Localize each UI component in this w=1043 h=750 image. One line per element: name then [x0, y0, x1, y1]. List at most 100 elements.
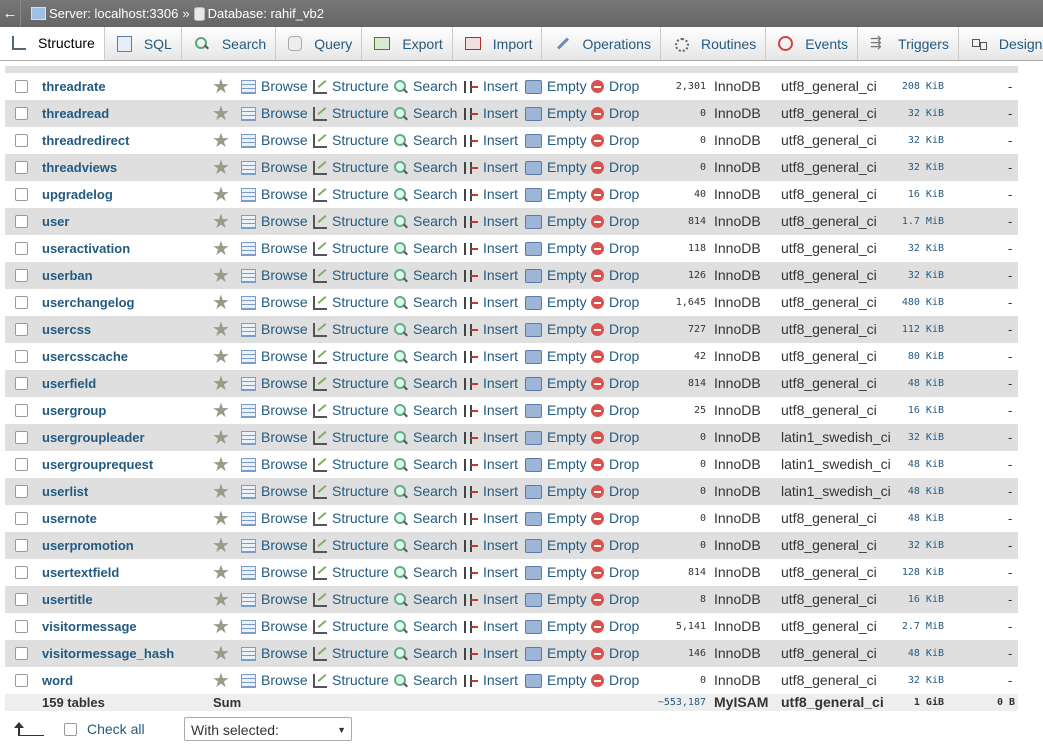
- row-checkbox[interactable]: [15, 377, 28, 390]
- structure-action[interactable]: Structure: [313, 370, 389, 397]
- favorite-star-icon[interactable]: ★: [212, 320, 230, 340]
- table-size[interactable]: 48 KiB: [871, 370, 944, 397]
- empty-action[interactable]: Empty: [525, 505, 587, 532]
- row-checkbox[interactable]: [15, 269, 28, 282]
- search-action[interactable]: Search: [394, 127, 457, 154]
- search-action[interactable]: Search: [394, 289, 457, 316]
- structure-action[interactable]: Structure: [313, 397, 389, 424]
- search-action[interactable]: Search: [394, 478, 457, 505]
- table-size[interactable]: 480 KiB: [871, 289, 944, 316]
- drop-action[interactable]: Drop: [591, 586, 639, 613]
- favorite-star-icon[interactable]: ★: [212, 185, 230, 205]
- row-checkbox[interactable]: [15, 107, 28, 120]
- drop-action[interactable]: Drop: [591, 235, 639, 262]
- empty-action[interactable]: Empty: [525, 559, 587, 586]
- drop-action[interactable]: Drop: [591, 316, 639, 343]
- insert-action[interactable]: Insert: [464, 235, 518, 262]
- empty-action[interactable]: Empty: [525, 424, 587, 451]
- table-name-link[interactable]: threadread: [42, 100, 109, 127]
- structure-action[interactable]: Structure: [313, 262, 389, 289]
- structure-action[interactable]: Structure: [313, 100, 389, 127]
- drop-action[interactable]: Drop: [591, 100, 639, 127]
- structure-action[interactable]: Structure: [313, 667, 389, 694]
- tab-operations[interactable]: Operations: [542, 27, 661, 60]
- table-name-link[interactable]: usercss: [42, 316, 91, 343]
- table-size[interactable]: 16 KiB: [871, 586, 944, 613]
- search-action[interactable]: Search: [394, 235, 457, 262]
- browse-action[interactable]: Browse: [241, 343, 308, 370]
- tab-import[interactable]: Import: [453, 27, 543, 60]
- search-action[interactable]: Search: [394, 505, 457, 532]
- with-selected-dropdown[interactable]: With selected: ▼: [184, 717, 352, 741]
- table-size[interactable]: 80 KiB: [871, 343, 944, 370]
- drop-action[interactable]: Drop: [591, 343, 639, 370]
- favorite-star-icon[interactable]: ★: [212, 482, 230, 502]
- insert-action[interactable]: Insert: [464, 451, 518, 478]
- row-checkbox[interactable]: [15, 512, 28, 525]
- empty-action[interactable]: Empty: [525, 181, 587, 208]
- insert-action[interactable]: Insert: [464, 73, 518, 100]
- table-size[interactable]: 48 KiB: [871, 640, 944, 667]
- structure-action[interactable]: Structure: [313, 559, 389, 586]
- row-checkbox[interactable]: [15, 242, 28, 255]
- structure-action[interactable]: Structure: [313, 154, 389, 181]
- browse-action[interactable]: Browse: [241, 154, 308, 181]
- table-name-link[interactable]: usertitle: [42, 586, 93, 613]
- insert-action[interactable]: Insert: [464, 370, 518, 397]
- search-action[interactable]: Search: [394, 640, 457, 667]
- browse-action[interactable]: Browse: [241, 667, 308, 694]
- table-size[interactable]: 16 KiB: [871, 181, 944, 208]
- drop-action[interactable]: Drop: [591, 451, 639, 478]
- favorite-star-icon[interactable]: ★: [212, 77, 230, 97]
- search-action[interactable]: Search: [394, 559, 457, 586]
- search-action[interactable]: Search: [394, 208, 457, 235]
- row-checkbox[interactable]: [15, 134, 28, 147]
- empty-action[interactable]: Empty: [525, 100, 587, 127]
- table-name-link[interactable]: upgradelog: [42, 181, 113, 208]
- empty-action[interactable]: Empty: [525, 73, 587, 100]
- empty-action[interactable]: Empty: [525, 208, 587, 235]
- favorite-star-icon[interactable]: ★: [212, 428, 230, 448]
- favorite-star-icon[interactable]: ★: [212, 374, 230, 394]
- table-name-link[interactable]: threadviews: [42, 154, 117, 181]
- drop-action[interactable]: Drop: [591, 559, 639, 586]
- row-checkbox[interactable]: [15, 485, 28, 498]
- favorite-star-icon[interactable]: ★: [212, 347, 230, 367]
- tab-routines[interactable]: Routines: [661, 27, 767, 60]
- browse-action[interactable]: Browse: [241, 316, 308, 343]
- table-size[interactable]: 32 KiB: [871, 235, 944, 262]
- table-size[interactable]: 32 KiB: [871, 154, 944, 181]
- empty-action[interactable]: Empty: [525, 586, 587, 613]
- insert-action[interactable]: Insert: [464, 397, 518, 424]
- tab-structure[interactable]: Structure: [0, 27, 105, 60]
- table-name-link[interactable]: usercsscache: [42, 343, 128, 370]
- insert-action[interactable]: Insert: [464, 181, 518, 208]
- insert-action[interactable]: Insert: [464, 478, 518, 505]
- table-name-link[interactable]: useractivation: [42, 235, 130, 262]
- structure-action[interactable]: Structure: [313, 181, 389, 208]
- search-action[interactable]: Search: [394, 370, 457, 397]
- drop-action[interactable]: Drop: [591, 289, 639, 316]
- structure-action[interactable]: Structure: [313, 478, 389, 505]
- favorite-star-icon[interactable]: ★: [212, 509, 230, 529]
- table-size[interactable]: 48 KiB: [871, 451, 944, 478]
- row-checkbox[interactable]: [15, 620, 28, 633]
- search-action[interactable]: Search: [394, 613, 457, 640]
- structure-action[interactable]: Structure: [313, 208, 389, 235]
- table-size[interactable]: 128 KiB: [871, 559, 944, 586]
- table-name-link[interactable]: userchangelog: [42, 289, 134, 316]
- favorite-star-icon[interactable]: ★: [212, 617, 230, 637]
- structure-action[interactable]: Structure: [313, 316, 389, 343]
- table-size[interactable]: 16 KiB: [871, 397, 944, 424]
- favorite-star-icon[interactable]: ★: [212, 212, 230, 232]
- empty-action[interactable]: Empty: [525, 127, 587, 154]
- tab-designer[interactable]: Designer: [959, 27, 1043, 60]
- search-action[interactable]: Search: [394, 424, 457, 451]
- search-action[interactable]: Search: [394, 451, 457, 478]
- empty-action[interactable]: Empty: [525, 154, 587, 181]
- empty-action[interactable]: Empty: [525, 532, 587, 559]
- search-action[interactable]: Search: [394, 586, 457, 613]
- browse-action[interactable]: Browse: [241, 424, 308, 451]
- browse-action[interactable]: Browse: [241, 73, 308, 100]
- breadcrumb-server[interactable]: Server: localhost:3306: [49, 6, 178, 21]
